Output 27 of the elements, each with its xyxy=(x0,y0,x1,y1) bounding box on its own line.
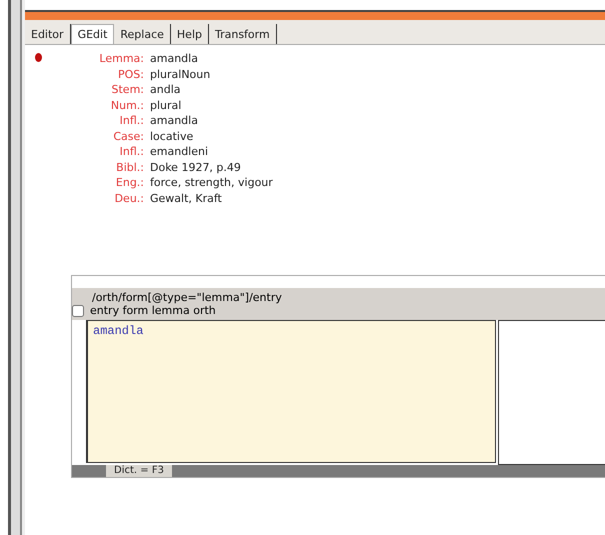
field-label: Num.: xyxy=(110,98,144,113)
field-value: andla xyxy=(150,82,182,98)
field-value: plural xyxy=(150,98,182,113)
field-label: Eng.: xyxy=(114,175,144,190)
checkbox[interactable] xyxy=(72,304,84,316)
status-label: Dict. = F3 xyxy=(106,465,172,477)
field-value: locative xyxy=(150,128,194,144)
field-value: Doke 1927, p.49 xyxy=(150,160,242,175)
field-value: pluralNoun xyxy=(150,66,212,82)
field-label: Lemma: xyxy=(98,51,144,66)
field-label: Infl.: xyxy=(118,113,144,128)
field-label: Deu.: xyxy=(114,190,144,206)
field-label: Stem: xyxy=(110,82,144,98)
tab[interactable]: GEdit xyxy=(70,24,114,44)
field-value: amandla xyxy=(150,51,199,66)
status-dot-icon xyxy=(35,53,42,62)
field-value: emandleni xyxy=(150,144,210,160)
xpath-label: /orth/form[@type="lemma"]/entry xyxy=(91,291,283,304)
field-label: Bibl.: xyxy=(115,160,144,175)
text-editor[interactable]: amandla xyxy=(86,320,496,463)
field-label: POS: xyxy=(117,66,144,82)
field-value: force, strength, vigour xyxy=(150,175,273,190)
field-value: amandla xyxy=(150,113,199,128)
field-value: Gewalt, Kraft xyxy=(150,190,223,206)
field-label: Infl.: xyxy=(118,144,144,160)
checkbox-label: entry form lemma orth xyxy=(90,304,216,317)
field-label: Case: xyxy=(112,128,144,144)
